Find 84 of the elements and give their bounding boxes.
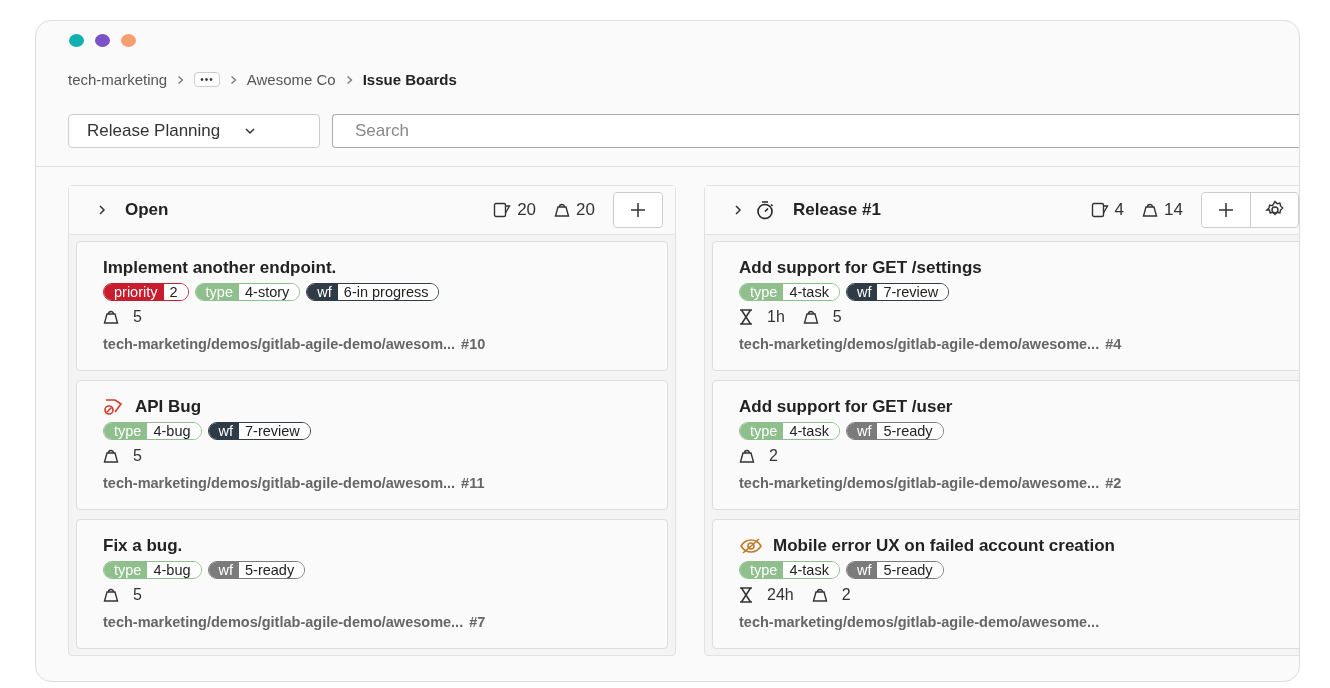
issue-title[interactable]: Fix a bug. bbox=[103, 536, 183, 556]
scoped-label[interactable]: wf 7-review bbox=[845, 283, 950, 301]
issue-path: tech-marketing/demos/gitlab-agile-demo/awesome... bbox=[739, 614, 1100, 630]
chevron-icon[interactable] bbox=[97, 204, 107, 216]
issue-path: tech-marketing/demos/gitlab-agile-demo/awesom... bbox=[103, 336, 456, 352]
breadcrumb-link[interactable]: Awesome Co bbox=[246, 71, 336, 88]
issue-card[interactable]: Add support for GET /user type 4-task wf 5-ready 2 tech-marketing/demos/gitlab-agile-demo/awesome... #2 bbox=[712, 380, 1299, 510]
issue-count: 20 bbox=[517, 200, 537, 220]
time-estimate: 24h bbox=[767, 586, 794, 604]
issue-title[interactable]: API Bug bbox=[135, 397, 202, 417]
weight-icon bbox=[802, 309, 819, 325]
scoped-label[interactable]: wf 5-ready bbox=[207, 561, 306, 579]
scoped-label[interactable]: wf 7-review bbox=[207, 422, 311, 440]
board-select[interactable]: Release Planning bbox=[68, 114, 320, 148]
issue-card[interactable]: Fix a bug. type 4-bug wf 5-ready 5 tech-marketing/demos/gitlab-agile-demo/awesome... #7 bbox=[76, 519, 668, 649]
window-dot[interactable] bbox=[121, 34, 136, 47]
breadcrumb-current: Issue Boards bbox=[362, 71, 457, 88]
scoped-label[interactable]: priority 2 bbox=[103, 283, 189, 301]
scoped-label[interactable]: wf 6-in progress bbox=[306, 283, 440, 301]
scoped-label[interactable]: type 4-story bbox=[194, 283, 301, 301]
issue-path: tech-marketing/demos/gitlab-agile-demo/awesom... bbox=[103, 475, 456, 491]
issue-number: #4 bbox=[1105, 336, 1122, 352]
issue-number: #11 bbox=[461, 475, 485, 491]
issue-title[interactable]: Mobile error UX on failed account creation bbox=[773, 536, 1115, 556]
window-dot[interactable] bbox=[69, 34, 84, 47]
eye-slash-icon bbox=[739, 537, 763, 555]
hourglass-icon bbox=[739, 309, 753, 325]
time-estimate: 1h bbox=[767, 308, 785, 326]
weight-icon bbox=[103, 587, 119, 603]
issue-card[interactable]: Implement another endpoint. priority 2 type 4-story wf 6-in progress 5 tech-marketing/demos/gitlab-agile-demo/awesom... #10 bbox=[76, 241, 668, 371]
weight-icon bbox=[739, 448, 755, 464]
weight-icon bbox=[103, 448, 119, 464]
list-title: Release #1 bbox=[793, 200, 881, 220]
hourglass-icon bbox=[739, 587, 753, 603]
weight-icon bbox=[554, 202, 571, 218]
more-button[interactable]: ••• bbox=[194, 72, 220, 87]
weight-value: 5 bbox=[133, 586, 142, 604]
weight-value: 5 bbox=[133, 447, 142, 465]
issue-icon bbox=[493, 202, 512, 218]
weight-total: 14 bbox=[1164, 200, 1183, 220]
issue-number: #2 bbox=[1105, 475, 1122, 491]
scoped-label[interactable]: wf 5-ready bbox=[845, 561, 944, 579]
weight-value: 5 bbox=[832, 308, 842, 326]
scoped-label[interactable]: type 4-bug bbox=[103, 422, 202, 440]
weight-value: 2 bbox=[769, 447, 778, 465]
scoped-label[interactable]: wf 5-ready bbox=[845, 422, 944, 440]
weight-icon bbox=[103, 309, 119, 325]
issue-number: #7 bbox=[469, 614, 486, 630]
issue-card[interactable]: Mobile error UX on failed account creation type 4-task wf 5-ready 24h 2 tech-marketing/demos/gitlab-agile-demo/awesome... bbox=[712, 519, 1299, 649]
issue-title[interactable]: Add support for GET /settings bbox=[739, 258, 982, 278]
weight-icon bbox=[1142, 202, 1159, 218]
issue-number: #10 bbox=[461, 336, 486, 352]
add-issue-button[interactable] bbox=[614, 193, 662, 227]
weight-value: 2 bbox=[841, 586, 851, 604]
search-field[interactable]: Search bbox=[332, 114, 1299, 148]
issue-count: 4 bbox=[1114, 200, 1125, 220]
chevron-icon bbox=[345, 74, 353, 85]
bug-icon bbox=[103, 398, 125, 416]
issue-title[interactable]: Implement another endpoint. bbox=[103, 258, 337, 278]
weight-total: 20 bbox=[576, 200, 595, 220]
chevron-icon bbox=[177, 74, 185, 85]
issue-path: tech-marketing/demos/gitlab-agile-demo/awesome... bbox=[103, 614, 464, 630]
weight-value: 5 bbox=[133, 308, 142, 326]
issue-card[interactable]: Add support for GET /settings type 4-task wf 7-review 1h 5 tech-marketing/demos/gitlab-agile-demo/awesome... #4 bbox=[712, 241, 1299, 371]
scoped-label[interactable]: type 4-bug bbox=[103, 561, 202, 579]
issue-title[interactable]: Add support for GET /user bbox=[739, 397, 953, 417]
chevron-icon bbox=[229, 74, 237, 85]
caret-icon bbox=[244, 127, 257, 135]
breadcrumb-link[interactable]: tech-marketing bbox=[68, 71, 168, 88]
window-dot[interactable] bbox=[95, 34, 110, 47]
issue-icon bbox=[1090, 202, 1109, 218]
list-title: Open bbox=[125, 200, 169, 220]
weight-icon bbox=[811, 587, 828, 603]
stopwatch-icon bbox=[755, 200, 775, 220]
list-settings-button[interactable] bbox=[1250, 193, 1298, 227]
scoped-label[interactable]: type 4-task bbox=[739, 283, 840, 301]
plus-icon bbox=[1218, 202, 1234, 218]
scoped-label[interactable]: type 4-task bbox=[739, 561, 840, 579]
plus-icon bbox=[630, 202, 646, 218]
chevron-icon[interactable] bbox=[733, 204, 743, 216]
issue-path: tech-marketing/demos/gitlab-agile-demo/awesome... bbox=[739, 336, 1100, 352]
scoped-label[interactable]: type 4-task bbox=[739, 422, 840, 440]
issue-card[interactable]: API Bug type 4-bug wf 7-review 5 tech-marketing/demos/gitlab-agile-demo/awesom... #11 bbox=[76, 380, 668, 510]
issue-path: tech-marketing/demos/gitlab-agile-demo/awesome... bbox=[739, 475, 1100, 491]
